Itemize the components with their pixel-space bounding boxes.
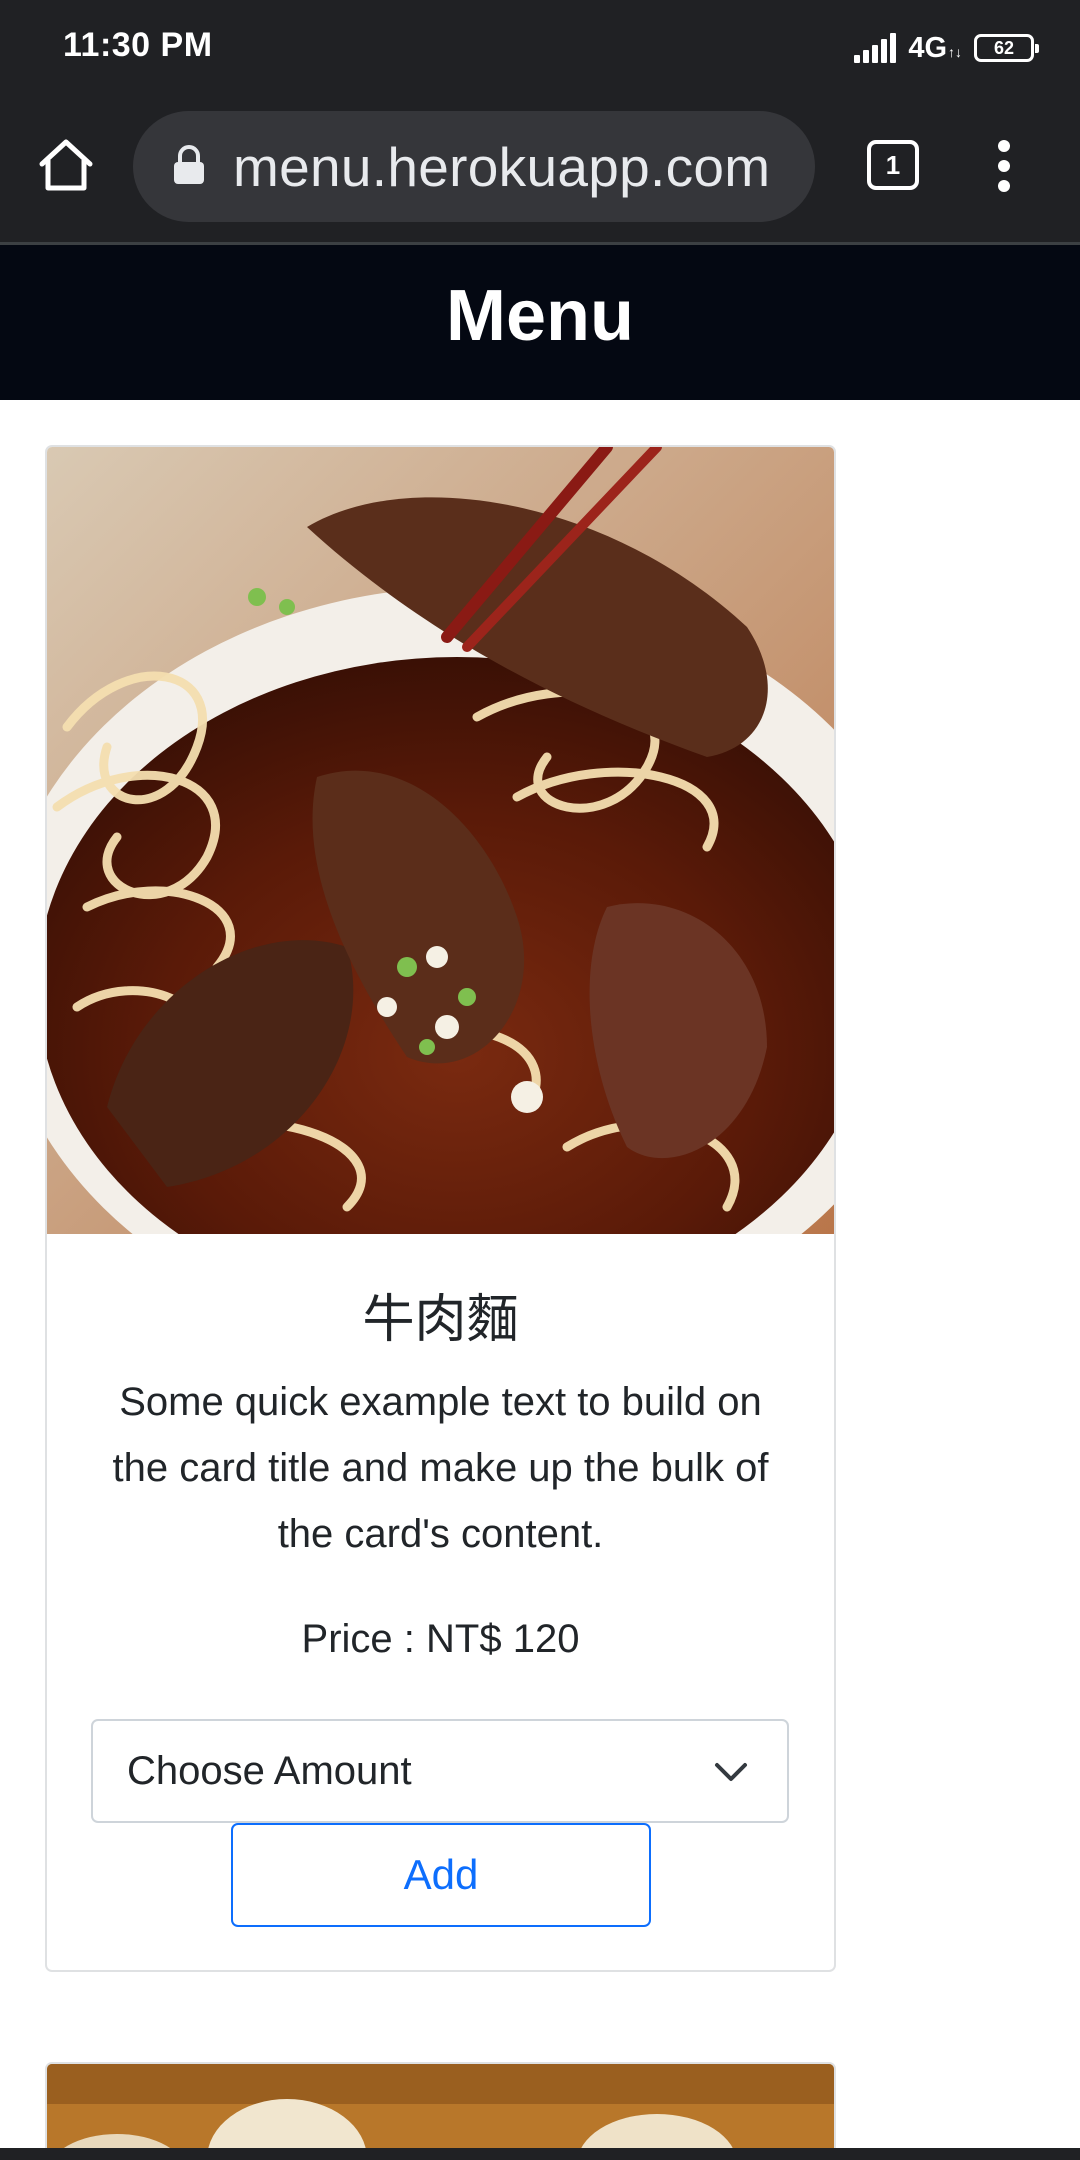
browser-toolbar: menu.herokuapp.com 1 — [0, 96, 1080, 242]
network-type: 4G↑↓ — [908, 31, 962, 64]
chevron-down-icon — [715, 1763, 747, 1781]
dish-description: Some quick example text to build on the … — [112, 1380, 769, 1556]
menu-card: 牛肉麵 Some quick example text to build on … — [45, 445, 836, 1972]
status-time: 11:30 PM — [63, 26, 213, 64]
lock-icon — [174, 145, 204, 184]
add-button[interactable]: Add — [231, 1823, 651, 1927]
dish-image — [47, 447, 834, 1234]
system-nav-bar — [0, 2148, 1080, 2160]
amount-select-value: Choose Amount — [127, 1749, 412, 1793]
status-icons: 4G↑↓ 62 — [854, 28, 1039, 68]
signal-icon — [854, 33, 897, 63]
url-text: menu.herokuapp.com — [233, 136, 771, 198]
amount-select[interactable]: Choose Amount — [91, 1719, 789, 1823]
dish-price: Price : NT$ 120 — [301, 1617, 580, 1661]
battery-level: 62 — [993, 37, 1015, 58]
tab-count: 1 — [885, 149, 901, 180]
dish-title: 牛肉麵 — [362, 1291, 519, 1349]
home-icon[interactable] — [36, 136, 96, 196]
dish-image-next — [47, 2064, 834, 2160]
menu-card-next — [45, 2062, 836, 2160]
tab-switcher-button[interactable]: 1 — [867, 140, 919, 190]
address-bar[interactable]: menu.herokuapp.com — [133, 111, 815, 222]
page-title: Menu — [446, 275, 634, 356]
battery-icon: 62 — [974, 34, 1039, 62]
more-options-icon[interactable] — [990, 136, 1018, 196]
page-navbar: Menu — [0, 245, 1080, 400]
status-bar: 11:30 PM 4G↑↓ 62 — [0, 0, 1080, 96]
